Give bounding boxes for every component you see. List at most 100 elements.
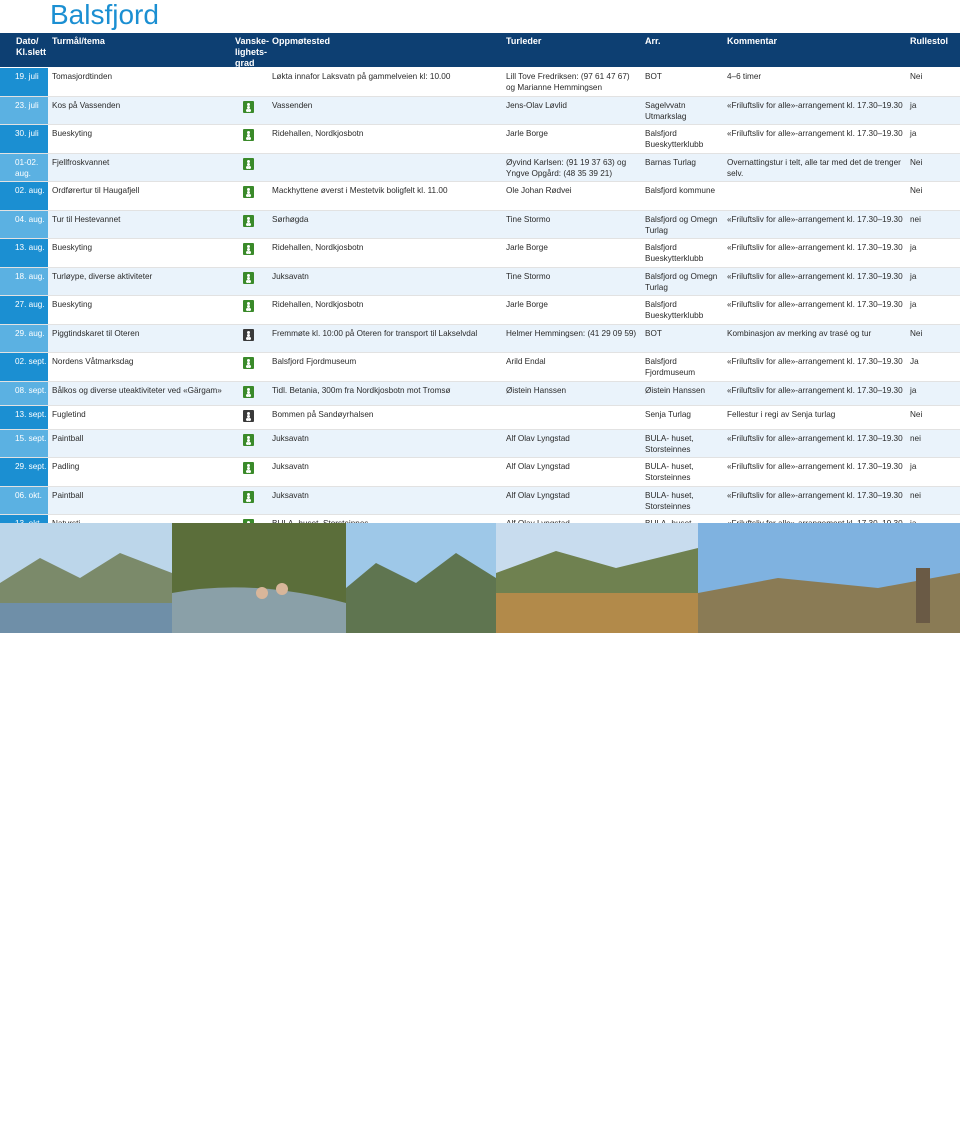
tour-name: Bueskyting [52, 243, 93, 252]
wheelchair: Ja [910, 357, 919, 366]
organizer: BULA- huset, Storsteinnes [645, 462, 694, 482]
tour-leader: Arild Endal [506, 357, 546, 366]
meeting-place: Sørhøgda [272, 214, 309, 224]
organizer: BOT [645, 72, 662, 81]
tour-leader: Øyvind Karlsen: (91 19 37 63) og Yngve O… [506, 157, 627, 178]
table-row: 19. juli Tomasjordtinden Løkta innafor Lak… [0, 68, 960, 97]
tour-leader: Tine Stormo [506, 271, 551, 281]
comment: «Friluftsliv for alle»-arrangement kl. 1… [727, 385, 903, 395]
wheelchair: Nei [910, 157, 923, 167]
table-row: 15. sept. Paintball Juksavatn Alf Olav Lyng… [0, 429, 960, 458]
meeting-place: Løkta innafor Laksvatn på gammelveien kl… [272, 72, 451, 81]
comment: «Friluftsliv for alle»-arrangement kl. 1… [727, 357, 903, 366]
table-row: 04. aug. Tur til Hestevannet Sørhøgda Tine … [0, 210, 960, 239]
col-vanske: Vanske- lighets- grad [235, 36, 270, 68]
tour-name: Tomasjordtinden [52, 72, 113, 81]
comment: «Friluftsliv for alle»-arrangement kl. 1… [727, 490, 903, 500]
date: 02. aug. [0, 182, 48, 210]
meeting-place: Bommen på Sandøyrhalsen [272, 409, 374, 419]
organizer: Balsfjord Bueskytterklubb [645, 300, 704, 320]
organizer: BULA- huset, Storsteinnes [645, 433, 694, 454]
organizer: BULA- huset, Storsteinnes [645, 490, 694, 511]
wheelchair: ja [910, 300, 917, 309]
table-row: 06. okt. Paintball Juksavatn Alf Olav Lyngs… [0, 486, 960, 515]
col-turleder: Turleder [506, 36, 542, 46]
comment: 4–6 timer [727, 72, 762, 81]
hiker-difficulty-icon [243, 271, 254, 284]
wheelchair: nei [910, 214, 921, 224]
col-rullestol: Rullestol [910, 36, 949, 46]
comment: «Friluftsliv for alle»-arrangement kl. 1… [727, 433, 903, 443]
organizer: Sagelvvatn Utmarkslag [645, 100, 687, 121]
tour-name: Kos på Vassenden [52, 100, 121, 110]
photo-cairn [698, 523, 960, 633]
tour-name: Fugletind [52, 409, 86, 419]
comment: Fellestur i regi av Senja turlag [727, 409, 836, 419]
tour-name: Nordens Våtmarksdag [52, 357, 134, 366]
meeting-place: Juksavatn [272, 433, 309, 443]
comment: Overnattingstur i telt, alle tar med det… [727, 157, 901, 178]
tour-name: Paintball [52, 433, 84, 443]
date: 29. sept. [0, 458, 48, 486]
date: 23. juli [0, 96, 48, 124]
comment: «Friluftsliv for alle»-arrangement kl. 1… [727, 300, 903, 309]
wheelchair: ja [910, 243, 917, 252]
comment: «Friluftsliv for alle»-arrangement kl. 1… [727, 462, 903, 471]
tour-name: Bueskyting [52, 300, 93, 309]
tour-leader: Alf Olav Lyngstad [506, 433, 570, 443]
meeting-place: Juksavatn [272, 462, 309, 471]
organizer: Balsfjord og Omegn Turlag [645, 214, 718, 235]
table-row: 13. sept. Fugletind Bommen på Sandøyrhalse… [0, 405, 960, 430]
date: 08. sept. [0, 381, 48, 405]
hiker-difficulty-icon [243, 433, 254, 446]
col-turmal: Turmål/tema [52, 36, 105, 46]
organizer: Balsfjord og Omegn Turlag [645, 271, 718, 292]
tour-leader: Tine Stormo [506, 214, 551, 224]
date: 13. aug. [0, 239, 48, 267]
organizer: Barnas Turlag [645, 157, 696, 167]
comment: «Friluftsliv for alle»-arrangement kl. 1… [727, 271, 903, 281]
date: 01-02. aug. [0, 153, 48, 181]
hiker-difficulty-icon [243, 357, 254, 369]
wheelchair: ja [910, 385, 917, 395]
hiker-difficulty-icon [243, 328, 254, 341]
organizer: Øistein Hanssen [645, 385, 706, 395]
hiker-difficulty-icon [243, 385, 254, 398]
col-oppmote: Oppmøtested [272, 36, 331, 46]
meeting-place: Juksavatn [272, 490, 309, 500]
wheelchair: Nei [910, 409, 923, 419]
photo-river [172, 523, 346, 633]
table-row: 29. aug. Piggtindskaret til Oteren Fremmøt… [0, 324, 960, 353]
tour-name: Tur til Hestevannet [52, 214, 121, 224]
wheelchair: ja [910, 129, 917, 138]
date: 06. okt. [0, 486, 48, 514]
tour-name: Padling [52, 462, 80, 471]
hiker-difficulty-icon [243, 462, 254, 474]
wheelchair: Nei [910, 328, 923, 338]
hiker-difficulty-icon [243, 129, 254, 141]
date: 02. sept. [0, 353, 48, 381]
organizer: Balsfjord Bueskytterklubb [645, 243, 704, 263]
comment: Kombinasjon av merking av trasé og tur [727, 328, 872, 338]
table-row: 13. aug. Bueskyting Ridehallen, Nordkjosbo… [0, 239, 960, 268]
meeting-place: Tidl. Betania, 300m fra Nordkjosbotn mot… [272, 385, 451, 395]
col-dato: Dato/ Kl.slett [16, 36, 47, 57]
tour-name: Piggtindskaret til Oteren [52, 328, 140, 338]
comment: «Friluftsliv for alle»-arrangement kl. 1… [727, 243, 903, 252]
table-row: 01-02. aug. Fjellfroskvannet Øyvind Karlse… [0, 153, 960, 182]
date: 29. aug. [0, 324, 48, 352]
meeting-place: Balsfjord Fjordmuseum [272, 357, 357, 366]
date: 13. sept. [0, 405, 48, 429]
date: 19. juli [0, 68, 48, 96]
tour-name: Fjellfroskvannet [52, 157, 110, 167]
hiker-difficulty-icon [243, 214, 254, 227]
comment: «Friluftsliv for alle»-arrangement kl. 1… [727, 214, 903, 224]
hiker-difficulty-icon [243, 157, 254, 170]
table-row: 08. sept. Bålkos og diverse uteaktivitete… [0, 381, 960, 406]
meeting-place: Ridehallen, Nordkjosbotn [272, 300, 364, 309]
meeting-place: Ridehallen, Nordkjosbotn [272, 129, 364, 138]
wheelchair: ja [910, 100, 917, 110]
tour-leader: Alf Olav Lyngstad [506, 490, 570, 500]
date: 04. aug. [0, 210, 48, 238]
tour-leader: Jarle Borge [506, 300, 548, 309]
